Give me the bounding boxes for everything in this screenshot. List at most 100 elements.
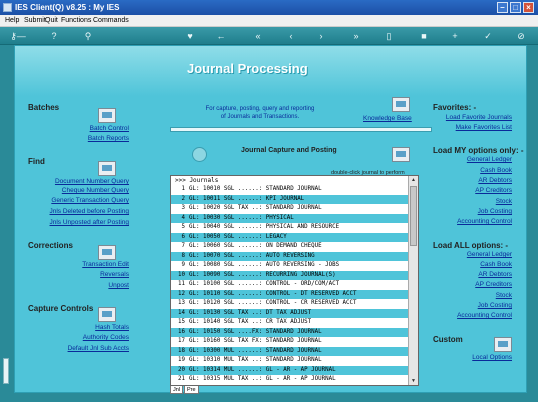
prev-icon[interactable]: ‹: [285, 30, 297, 42]
tab-jnl[interactable]: Jnl: [170, 386, 184, 394]
ok-icon[interactable]: ✓: [482, 30, 494, 42]
journal-row[interactable]: 17 GL: 10160 SGL TAX FX: STANDARD JOURNAL: [171, 337, 408, 346]
section-custom: Custom: [433, 335, 463, 344]
link-cheque-number-query[interactable]: Cheque Number Query: [62, 187, 129, 194]
link-generic-transaction-query[interactable]: Generic Transaction Query: [51, 197, 129, 204]
menu-commands[interactable]: Commands: [93, 17, 129, 24]
heart-icon[interactable]: ♥: [184, 30, 196, 42]
add-icon[interactable]: +: [449, 30, 461, 42]
scroll-up-icon[interactable]: ▲: [410, 176, 417, 184]
journal-row[interactable]: 16 GL: 10150 SGL ....FX: STANDARD JOURNAL: [171, 327, 408, 337]
journal-row[interactable]: 8 GL: 10070 SGL ......: AUTO REVERSING: [171, 251, 408, 261]
link-all-ap-creditors[interactable]: AP Creditors: [475, 281, 512, 288]
link-transaction-edit[interactable]: Transaction Edit: [82, 261, 129, 268]
journal-row-label: GL: 10120 SGL ......: CONTROL - CR RESER…: [189, 300, 357, 306]
link-my-ap-creditors[interactable]: AP Creditors: [475, 187, 512, 194]
journal-row-label: GL: 10314 MUL ......: GL - AR - AP JOURN…: [189, 366, 336, 373]
search-icon[interactable]: ⚲: [82, 30, 94, 42]
first-icon[interactable]: «: [252, 30, 264, 42]
journal-row-label: GL: 10040 SGL ......: PHYSICAL AND RESOU…: [189, 224, 340, 230]
link-authority-codes[interactable]: Authority Codes: [83, 334, 129, 341]
menu-quit[interactable]: Quit: [45, 17, 58, 24]
link-hash-totals[interactable]: Hash Totals: [95, 324, 129, 331]
menu-functions[interactable]: Functions: [61, 17, 91, 24]
journal-row[interactable]: 9 GL: 10080 SGL ......: AUTO REVERSING - …: [171, 261, 408, 270]
journal-row-number: 8: [181, 252, 186, 259]
link-jnls-unposted-after-posting[interactable]: Jnls Unposted after Posting: [50, 219, 130, 226]
journal-row-number: 15: [178, 319, 185, 325]
menu-help[interactable]: Help: [5, 17, 19, 24]
back-icon[interactable]: ←: [215, 30, 227, 42]
link-my-ar-debtors[interactable]: AR Debtors: [478, 177, 512, 184]
journal-row[interactable]: 6 GL: 10050 SGL ......: LEGACY: [171, 232, 408, 242]
scroll-down-icon[interactable]: ▼: [410, 377, 417, 385]
link-load-favorite-journals[interactable]: Load Favorite Journals: [446, 114, 512, 121]
scroll-thumb[interactable]: [410, 186, 417, 246]
journal-row[interactable]: 10 GL: 10090 SGL ......: RECURRING JOURNA…: [171, 270, 408, 280]
capture-controls-icon: [98, 307, 116, 322]
link-all-general-ledger[interactable]: General Ledger: [467, 251, 512, 258]
journal-row[interactable]: 12 GL: 10110 SGL ......: CONTROL - DT RES…: [171, 289, 408, 299]
link-reversals[interactable]: Reversals: [100, 271, 129, 278]
journal-row-label: GL: 10080 SGL ......: AUTO REVERSING - J…: [189, 262, 340, 268]
last-icon[interactable]: »: [350, 30, 362, 42]
journal-row[interactable]: 14 GL: 10130 SGL TAX ..: DT TAX ADJUST: [171, 308, 408, 318]
link-my-accounting-control[interactable]: Accounting Control: [457, 218, 512, 225]
link-my-general-ledger[interactable]: General Ledger: [467, 156, 512, 163]
section-batches: Batches: [28, 103, 60, 112]
journal-row-number: 19: [178, 357, 185, 363]
link-all-job-costing[interactable]: Job Costing: [478, 302, 512, 309]
link-local-options[interactable]: Local Options: [472, 354, 512, 361]
link-all-ar-debtors[interactable]: AR Debtors: [478, 271, 512, 278]
journal-row[interactable]: 20 GL: 10314 MUL ......: GL - AR - AP JOU…: [171, 365, 408, 375]
knowledge-base-icon[interactable]: [392, 97, 410, 112]
link-all-accounting-control[interactable]: Accounting Control: [457, 312, 512, 319]
menu-submit[interactable]: Submit: [24, 17, 46, 24]
journal-row[interactable]: 15 GL: 10140 SGL TAX ..: CR TAX ADJUST: [171, 318, 408, 327]
cancel-icon[interactable]: ⊘: [515, 30, 527, 42]
minimize-icon[interactable]: –: [497, 2, 508, 13]
section-favorites: Favorites: -: [433, 103, 477, 112]
link-batch-control[interactable]: Batch Control: [90, 125, 129, 132]
journal-list[interactable]: >>> Journals 1 GL: 10010 SGL ......: STAN…: [170, 175, 419, 386]
journal-row-number: 6: [181, 233, 186, 240]
link-make-favorites-list[interactable]: Make Favorites List: [456, 124, 512, 131]
tab-pre[interactable]: Pre: [184, 386, 199, 394]
link-document-number-query[interactable]: Document Number Query: [55, 178, 129, 185]
link-default-jnl-sub-accts[interactable]: Default Jnl Sub Accts: [68, 345, 129, 352]
link-unpost[interactable]: Unpost: [108, 282, 129, 289]
link-jnls-deleted-before-posting[interactable]: Jnls Deleted before Posting: [50, 208, 130, 215]
link-my-job-costing[interactable]: Job Costing: [478, 208, 512, 215]
journal-row[interactable]: 5 GL: 10040 SGL ......: PHYSICAL AND RESO…: [171, 223, 408, 232]
link-all-stock[interactable]: Stock: [496, 292, 512, 299]
link-my-cash-book[interactable]: Cash Book: [480, 167, 512, 174]
power-icon[interactable]: [192, 147, 207, 162]
journal-row[interactable]: 1 GL: 10010 SGL ......: STANDARD JOURNAL: [171, 185, 408, 194]
journal-row[interactable]: 19 GL: 10310 MUL TAX ..: STANDARD JOURNAL: [171, 356, 408, 365]
next-icon[interactable]: ›: [315, 30, 327, 42]
journal-row[interactable]: 11 GL: 10100 SGL ......: CONTROL - ORD/CO…: [171, 280, 408, 289]
journal-scrollbar[interactable]: ▲ ▼: [408, 176, 418, 385]
link-my-stock[interactable]: Stock: [496, 198, 512, 205]
journal-row-number: 12: [178, 290, 185, 297]
help-icon[interactable]: ?: [48, 30, 60, 42]
link-knowledge-base[interactable]: Knowledge Base: [363, 115, 412, 122]
journal-row[interactable]: 21 GL: 10315 MUL TAX ..: GL - AR - AP JOU…: [171, 375, 408, 384]
page-icon[interactable]: ▯: [383, 30, 395, 42]
journal-row[interactable]: 4 GL: 10030 SGL ......: PHYSICAL: [171, 213, 408, 223]
link-all-cash-book[interactable]: Cash Book: [480, 261, 512, 268]
maximize-icon[interactable]: □: [510, 2, 521, 13]
journal-row[interactable]: 13 GL: 10120 SGL ......: CONTROL - CR RES…: [171, 299, 408, 308]
side-panel-handle[interactable]: [3, 358, 9, 384]
stop-icon[interactable]: ■: [418, 30, 430, 42]
close-icon[interactable]: ×: [523, 2, 534, 13]
main-panel: Journal Processing Batches Batch Control…: [14, 45, 527, 394]
key-icon[interactable]: ⚷—: [8, 30, 28, 42]
link-batch-reports[interactable]: Batch Reports: [88, 135, 129, 142]
journal-row[interactable]: 2 GL: 10011 SGL ......: KPI JOURNAL: [171, 194, 408, 204]
journal-list-header: >>> Journals: [175, 177, 219, 184]
journal-row[interactable]: 7 GL: 10060 SGL ......: ON DEMAND CHEQUE: [171, 242, 408, 251]
journal-row[interactable]: 18 GL: 10300 MUL ......: STANDARD JOURNAL: [171, 346, 408, 356]
journal-row-label: GL: 10030 SGL ......: PHYSICAL: [189, 214, 294, 221]
journal-row[interactable]: 3 GL: 10020 SGL TAX ..: STANDARD JOURNAL: [171, 204, 408, 213]
